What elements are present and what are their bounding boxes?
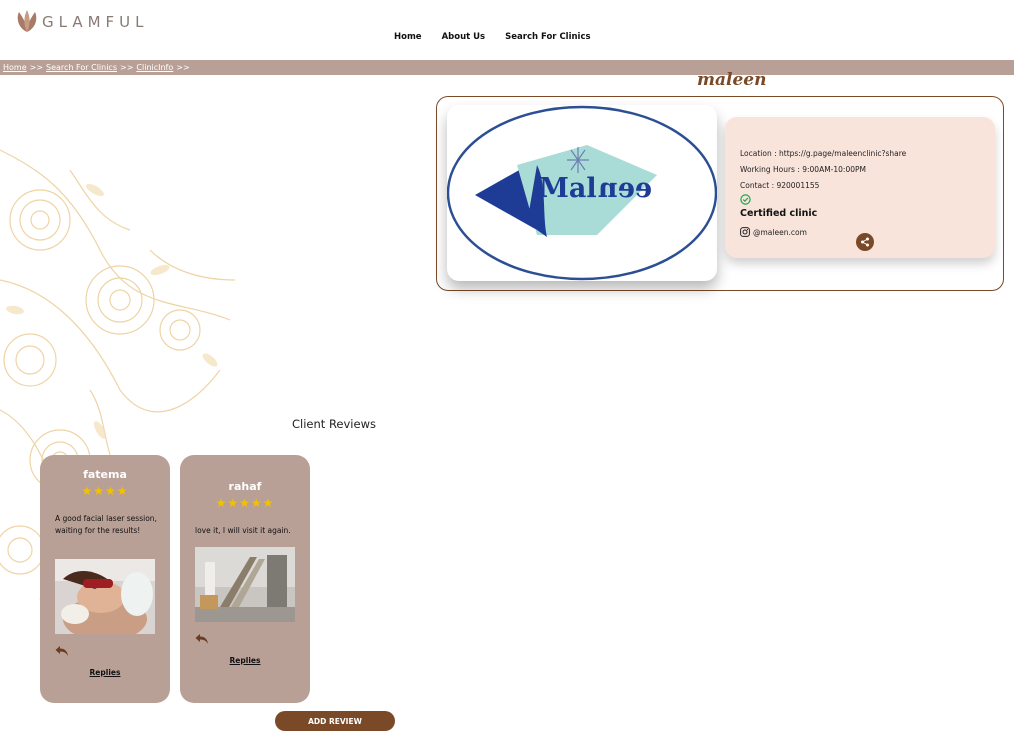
clinic-card: Mal een Location : https://g.page/maleen… bbox=[436, 96, 1004, 291]
clinic-logo-text-a: Mal bbox=[539, 173, 597, 204]
star-icon: ★ bbox=[215, 496, 228, 510]
star-icon: ★ bbox=[93, 484, 105, 498]
add-review-button[interactable]: ADD REVIEW bbox=[275, 711, 395, 731]
review-photo[interactable] bbox=[55, 559, 155, 634]
star-icon: ★ bbox=[250, 496, 263, 510]
clinic-info-box: Location : https://g.page/maleenclinic?s… bbox=[725, 117, 995, 258]
star-icon: ★ bbox=[81, 484, 94, 498]
star-icon: ★ bbox=[105, 484, 117, 498]
breadcrumb: Home >> Search For Clinics >> ClinicInfo >> bbox=[0, 60, 1014, 75]
star-icon: ★ bbox=[262, 496, 275, 510]
instagram-icon bbox=[740, 227, 750, 237]
reviewer-name: fatema bbox=[83, 468, 127, 481]
reply-icon[interactable] bbox=[195, 633, 209, 645]
breadcrumb-clinic-info[interactable]: ClinicInfo bbox=[136, 63, 173, 72]
replies-link[interactable]: Replies bbox=[40, 668, 170, 677]
clinic-logo: Mal een bbox=[447, 105, 717, 281]
nav-home[interactable]: Home bbox=[394, 32, 422, 42]
clinic-contact: Contact : 920001155 bbox=[740, 181, 820, 190]
nav-about-us[interactable]: About Us bbox=[442, 32, 486, 42]
review-card: fatema ★★★★ A good facial laser session,… bbox=[40, 455, 170, 703]
rating-stars: ★★★★★ bbox=[180, 496, 310, 510]
site-logo[interactable]: GLAMFUL bbox=[14, 10, 149, 34]
check-circle-icon bbox=[740, 194, 751, 205]
breadcrumb-search-clinics[interactable]: Search For Clinics bbox=[46, 63, 117, 72]
review-card: rahaf ★★★★★ love it, I will visit it aga… bbox=[180, 455, 310, 703]
review-text: A good facial laser session, waiting for… bbox=[55, 514, 157, 535]
certified-label: Certified clinic bbox=[740, 208, 818, 219]
clinic-name: maleen bbox=[697, 70, 767, 90]
star-icon: ★ bbox=[116, 484, 129, 498]
breadcrumb-separator: >> bbox=[29, 63, 44, 72]
replies-link[interactable]: Replies bbox=[180, 656, 310, 665]
instagram-handle: @maleen.com bbox=[753, 227, 807, 237]
logo-text: GLAMFUL bbox=[42, 13, 149, 31]
share-icon bbox=[861, 237, 869, 247]
breadcrumb-separator: >> bbox=[176, 63, 190, 72]
share-button[interactable] bbox=[856, 233, 874, 251]
star-icon: ★ bbox=[239, 496, 251, 510]
instagram-link[interactable]: @maleen.com bbox=[740, 227, 807, 237]
leaf-logo-icon bbox=[17, 10, 37, 32]
review-text: love it, I will visit it again. bbox=[195, 526, 291, 535]
reviewer-name: rahaf bbox=[228, 480, 262, 493]
breadcrumb-separator: >> bbox=[120, 63, 134, 72]
main-nav: Home About Us Search For Clinics bbox=[394, 32, 611, 42]
clinic-working-hours: Working Hours : 9:00AM-10:00PM bbox=[740, 165, 866, 174]
nav-search-clinics[interactable]: Search For Clinics bbox=[505, 32, 590, 42]
client-reviews-title: Client Reviews bbox=[292, 417, 376, 431]
clinic-location[interactable]: Location : https://g.page/maleenclinic?s… bbox=[740, 149, 906, 158]
star-icon: ★ bbox=[227, 496, 240, 510]
breadcrumb-home[interactable]: Home bbox=[3, 63, 27, 72]
rating-stars: ★★★★ bbox=[40, 484, 170, 498]
clinic-logo-text-b: een bbox=[598, 173, 652, 204]
reply-icon[interactable] bbox=[55, 645, 69, 657]
review-photo[interactable] bbox=[195, 547, 295, 622]
